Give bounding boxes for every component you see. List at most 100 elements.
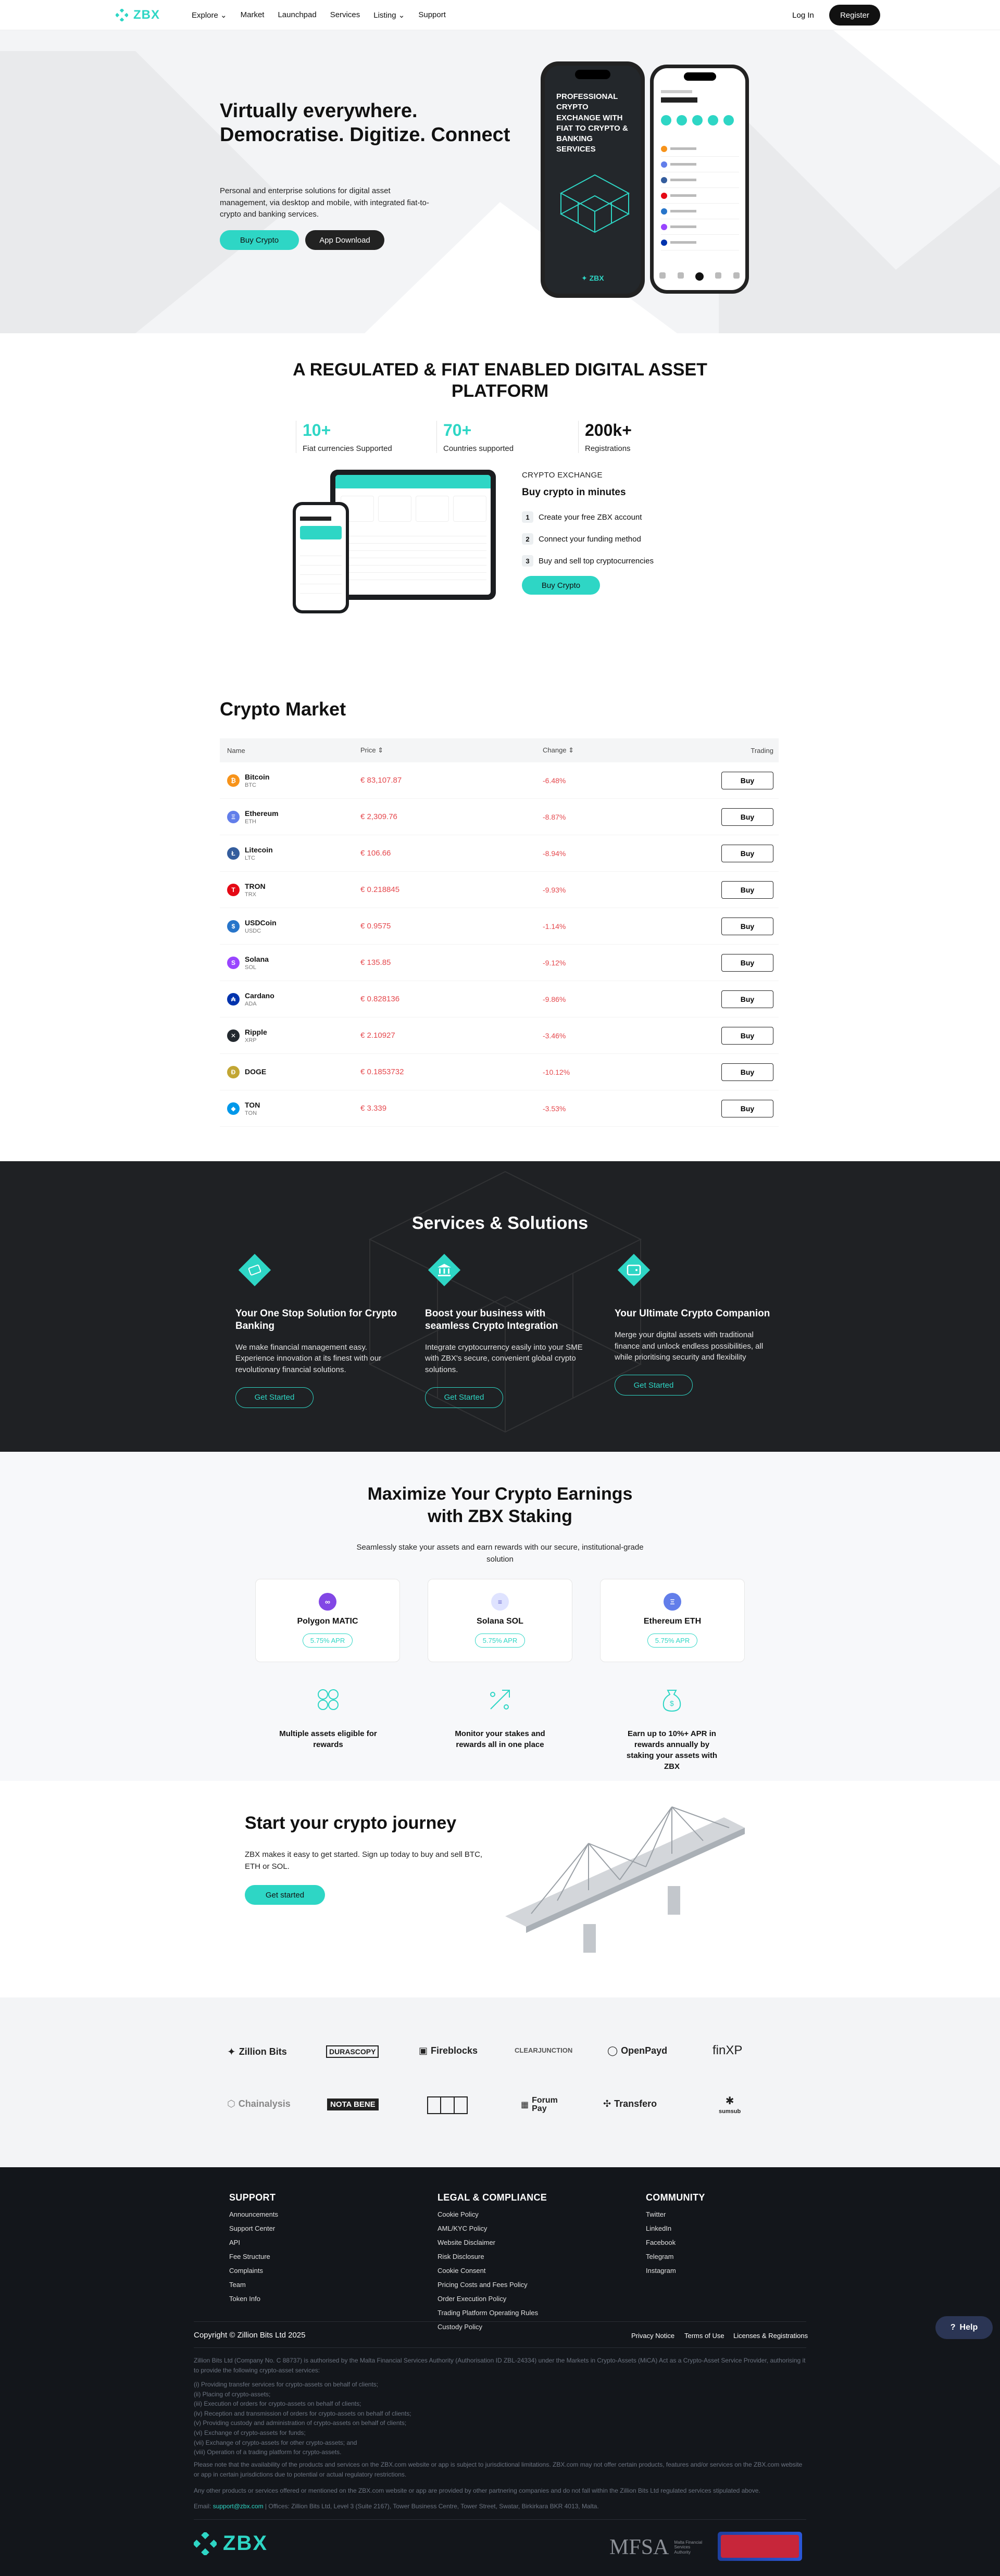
footer-link[interactable]: Complaints — [229, 2267, 278, 2275]
coin-icon: T — [227, 883, 240, 896]
service-card-title: Your One Stop Solution for Crypto Bankin… — [235, 1308, 397, 1331]
footer-link[interactable]: LinkedIn — [646, 2225, 705, 2232]
market-row: $ USDCoin USDC € 0.9575 -1.14% Buy — [220, 908, 779, 945]
stake-card-eth[interactable]: Ξ Ethereum ETH 5.75% APR — [600, 1579, 745, 1662]
market-row: Ξ Ethereum ETH € 2,309.76 -8.87% Buy — [220, 799, 779, 835]
buy-button[interactable]: Buy — [721, 771, 773, 789]
nav-explore[interactable]: Explore ⌄ — [192, 10, 227, 20]
zbx-logo[interactable]: ZBX — [116, 8, 160, 22]
nav-listing[interactable]: Listing ⌄ — [373, 10, 405, 20]
buy-button[interactable]: Buy — [721, 881, 773, 899]
footer-link[interactable]: Twitter — [646, 2210, 705, 2218]
footer-link[interactable]: Announcements — [229, 2210, 278, 2218]
exchange-buy-button[interactable]: Buy Crypto — [522, 576, 600, 595]
coin-change: -10.12% — [543, 1067, 570, 1076]
footer-link[interactable]: Order Execution Policy — [438, 2295, 547, 2303]
footer-link[interactable]: Cookie Policy — [438, 2210, 547, 2218]
footer-link[interactable]: Support Center — [229, 2225, 278, 2232]
buy-button[interactable]: Buy — [721, 844, 773, 862]
partner-logo: ◯ OpenPayd — [607, 2045, 668, 2056]
footer-link[interactable]: Pricing Costs and Fees Policy — [438, 2281, 547, 2289]
journey-text: ZBX makes it easy to get started. Sign u… — [245, 1850, 483, 1871]
terms-link[interactable]: Terms of Use — [684, 2332, 724, 2340]
login-button[interactable]: Log In — [789, 7, 817, 23]
app-download-button[interactable]: App Download — [305, 230, 384, 250]
footer-heading: SUPPORT — [229, 2192, 276, 2203]
stake-card-sol[interactable]: ≡ Solana SOL 5.75% APR — [428, 1579, 572, 1662]
nav-support[interactable]: Support — [418, 10, 446, 20]
buy-button[interactable]: Buy — [721, 1063, 773, 1081]
nav-launchpad[interactable]: Launchpad — [278, 10, 316, 20]
buy-crypto-button[interactable]: Buy Crypto — [220, 230, 299, 250]
get-started-button[interactable]: Get Started — [615, 1375, 693, 1396]
hero-title: Virtually everywhere. Democratise. Digit… — [220, 100, 510, 146]
service-card-text: Merge your digital assets with tradition… — [615, 1330, 764, 1362]
help-button[interactable]: ? Help — [935, 2316, 993, 2339]
step-text: Buy and sell top cryptocurrencies — [539, 556, 654, 566]
footer-link[interactable]: AML/KYC Policy — [438, 2225, 547, 2232]
register-button[interactable]: Register — [829, 5, 880, 26]
footer-link[interactable]: Cookie Consent — [438, 2267, 547, 2275]
footer-link[interactable]: Fee Structure — [229, 2253, 278, 2260]
coin-name: Ripple — [245, 1027, 267, 1036]
footer-link[interactable]: Trading Platform Operating Rules — [438, 2309, 547, 2317]
logo-text: ZBX — [133, 8, 160, 22]
partner-logo: CLEARJUNCTION — [515, 2046, 573, 2054]
market-row: ₿ Bitcoin BTC € 83,107.87 -6.48% Buy — [220, 762, 779, 799]
buy-button[interactable]: Buy — [721, 808, 773, 826]
hero-background-shapes — [0, 30, 1000, 333]
licenses-link[interactable]: Licenses & Registrations — [733, 2332, 808, 2340]
market-row: Ł Litecoin LTC € 106.66 -8.94% Buy — [220, 835, 779, 872]
get-started-button[interactable]: Get Started — [235, 1387, 314, 1408]
market-row: ₳ Cardano ADA € 0.828136 -9.86% Buy — [220, 981, 779, 1017]
buy-button[interactable]: Buy — [721, 1026, 773, 1045]
coin-change: -9.93% — [543, 885, 566, 894]
footer-link[interactable]: Risk Disclosure — [438, 2253, 547, 2260]
footer-support: SUPPORT Announcements Support Center API… — [229, 2192, 278, 2309]
service-card-banking: Your One Stop Solution for Crypto Bankin… — [235, 1251, 397, 1408]
footer-link[interactable]: API — [229, 2239, 278, 2246]
coin-icon: ✕ — [227, 1029, 240, 1042]
footer-link[interactable]: Telegram — [646, 2253, 705, 2260]
coin-name: Solana — [245, 954, 269, 963]
coin-symbol: ETH — [245, 818, 256, 825]
stat-registrations: 200k+ Registrations — [578, 421, 714, 453]
market-rows: ₿ Bitcoin BTC € 83,107.87 -6.48% Buy Ξ Ethereum… — [220, 762, 779, 1127]
footer-link[interactable]: Website Disclaimer — [438, 2239, 547, 2246]
hero-section: Virtually everywhere. Democratise. Digit… — [0, 30, 1000, 333]
coin-price: € 135.85 — [360, 958, 391, 967]
market-row: S Solana SOL € 135.85 -9.12% Buy — [220, 945, 779, 981]
email-link[interactable]: support@zbx.com — [213, 2503, 264, 2510]
coin-price: € 0.218845 — [360, 885, 400, 894]
zbx-logo-icon — [194, 2532, 217, 2555]
col-change[interactable]: Change ⇕ — [543, 746, 694, 755]
trade-cell: Buy — [694, 1026, 779, 1045]
stake-apr-badge: 5.75% APR — [302, 1633, 353, 1648]
privacy-link[interactable]: Privacy Notice — [631, 2332, 674, 2340]
coin-icon: Ł — [227, 847, 240, 860]
nav-services[interactable]: Services — [330, 10, 360, 20]
footer-link[interactable]: Facebook — [646, 2239, 705, 2246]
buy-button[interactable]: Buy — [721, 990, 773, 1008]
get-started-button[interactable]: Get Started — [425, 1387, 503, 1408]
footer-link[interactable]: Instagram — [646, 2267, 705, 2275]
trade-cell: Buy — [694, 771, 779, 789]
buy-button[interactable]: Buy — [721, 917, 773, 935]
buy-button[interactable]: Buy — [721, 953, 773, 972]
service-card-text: Integrate cryptocurrency easily into you… — [425, 1342, 583, 1375]
footer-logo[interactable]: ZBX — [194, 2532, 268, 2555]
stake-card-matic[interactable]: ∞ Polygon MATIC 5.75% APR — [255, 1579, 400, 1662]
journey-get-started-button[interactable]: Get started — [245, 1885, 325, 1905]
solana-icon: ≡ — [491, 1593, 509, 1611]
ethereum-icon: Ξ — [664, 1593, 681, 1611]
copyright: Copyright © Zillion Bits Ltd 2025 — [194, 2331, 306, 2340]
coin-name: Litecoin — [245, 845, 273, 854]
coin-symbol: XRP — [245, 1037, 257, 1044]
footer-link[interactable]: Team — [229, 2281, 278, 2289]
buy-button[interactable]: Buy — [721, 1099, 773, 1117]
footer-link[interactable]: Custody Policy — [438, 2323, 547, 2331]
footer-link[interactable]: Token Info — [229, 2295, 278, 2303]
col-price[interactable]: Price ⇕ — [360, 746, 543, 755]
nav-market[interactable]: Market — [241, 10, 265, 20]
coin-price: € 0.828136 — [360, 995, 400, 1003]
